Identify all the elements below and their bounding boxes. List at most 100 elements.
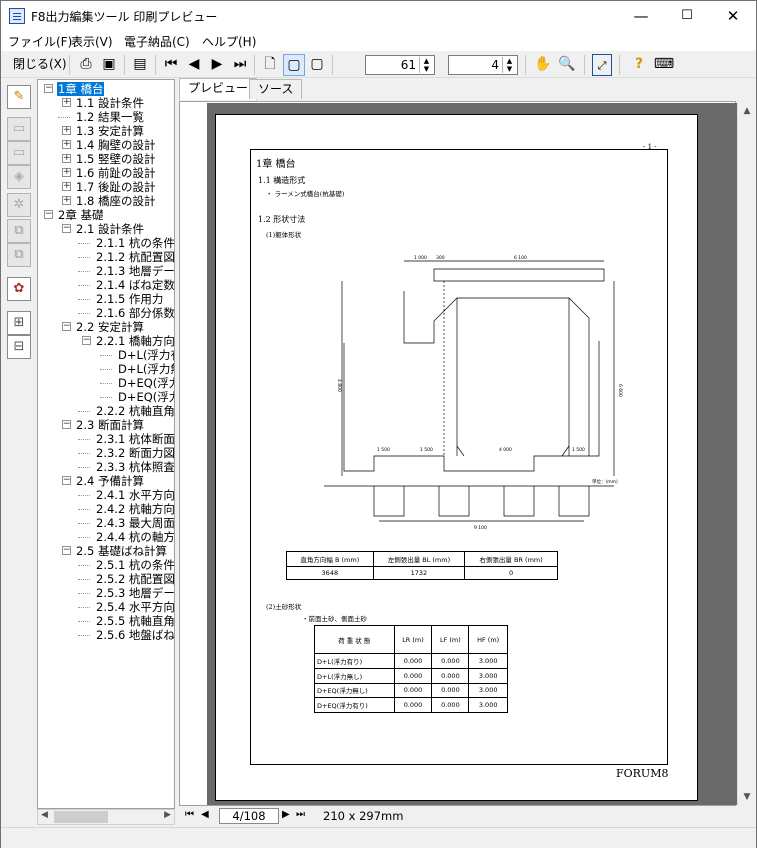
zoom-tool-icon[interactable]: 🔍: [556, 54, 578, 76]
tree-item[interactable]: 2.1.2 杭配置図: [38, 250, 174, 264]
tree-expand-icon[interactable]: ⊞: [7, 311, 31, 335]
tree-item[interactable]: 2.3.2 断面力図: [38, 446, 174, 460]
tree-item[interactable]: 2.4.4 杭の軸方: [38, 530, 174, 544]
prev-page-icon[interactable]: ◀: [184, 54, 204, 76]
tree-item[interactable]: −2.2.1 橋軸方向: [38, 334, 174, 348]
close-preview-button[interactable]: 閉じる(X): [5, 54, 67, 76]
menu-view[interactable]: 表示(V): [71, 33, 113, 50]
spinner-arrows-icon[interactable]: ▲ ▼: [502, 57, 516, 73]
edit-pen-icon[interactable]: ✎: [7, 85, 31, 109]
tree-item[interactable]: 2.5.4 水平方向: [38, 600, 174, 614]
expand-icon[interactable]: +: [62, 140, 71, 149]
collapse-icon[interactable]: −: [62, 420, 71, 429]
next-page-icon[interactable]: ▶: [207, 54, 227, 76]
preview-vertical-scrollbar[interactable]: ▲ ▼: [737, 101, 755, 806]
tree-collapse-icon[interactable]: ⊟: [7, 335, 31, 359]
tree-item[interactable]: D+L(浮力有り): [38, 348, 174, 362]
menu-e-delivery[interactable]: 電子納品(C): [124, 33, 190, 50]
table-edit-icon[interactable]: ✲: [7, 193, 31, 217]
tree-item[interactable]: 2.2.2 杭軸直角: [38, 404, 174, 418]
last-page-icon[interactable]: ⏭: [296, 809, 305, 820]
keyboard-icon[interactable]: ⌨: [653, 54, 675, 76]
tree-item[interactable]: +1.3 安定計算: [38, 124, 174, 138]
tree-item[interactable]: +1.6 前趾の設計: [38, 166, 174, 180]
expand-icon[interactable]: +: [62, 154, 71, 163]
outline-tree[interactable]: −1章 橋台 +1.1 設計条件 1.2 結果一覧 +1.3 安定計算 +1.4 胸壁の…: [37, 79, 175, 809]
tree-item[interactable]: 2.3.1 杭体断面: [38, 432, 174, 446]
paragraph-edit-icon[interactable]: ▭: [7, 141, 31, 165]
spinner-arrows-icon[interactable]: ▲ ▼: [419, 57, 433, 73]
scroll-down-icon[interactable]: ▼: [738, 789, 756, 805]
scrollbar-thumb[interactable]: [54, 811, 108, 823]
multi-page-icon[interactable]: ▢: [307, 54, 327, 76]
paste-section-icon[interactable]: ⧉: [7, 243, 31, 267]
page-number-field[interactable]: 4/108: [219, 808, 279, 824]
tree-item[interactable]: 2.1.6 部分係数: [38, 306, 174, 320]
fit-page-icon[interactable]: ⤢: [592, 54, 612, 76]
tree-item[interactable]: 2.5.1 杭の条件: [38, 558, 174, 572]
tree-item[interactable]: 2.4.2 杭軸方向: [38, 502, 174, 516]
menu-file[interactable]: ファイル(F): [8, 33, 72, 50]
collapse-icon[interactable]: −: [44, 210, 53, 219]
prev-page-icon[interactable]: ◀: [201, 809, 209, 820]
tree-item[interactable]: −2.3 断面計算: [38, 418, 174, 432]
tree-item[interactable]: 2.1.3 地層データ: [38, 264, 174, 278]
tree-item[interactable]: 2.5.2 杭配置図: [38, 572, 174, 586]
print-icon[interactable]: ⎙: [75, 54, 97, 76]
tree-item[interactable]: +1.7 後趾の設計: [38, 180, 174, 194]
tree-item[interactable]: +1.8 橋座の設計: [38, 194, 174, 208]
tree-item[interactable]: 2.4.1 水平方向: [38, 488, 174, 502]
tree-item[interactable]: D+EQ(浮力無し): [38, 376, 174, 390]
first-page-icon[interactable]: ⏮: [185, 809, 194, 820]
tree-item[interactable]: +1.5 竪壁の設計: [38, 152, 174, 166]
page-count-spinner[interactable]: 4 ▲ ▼: [448, 55, 518, 75]
tree-item[interactable]: 2.3.3 杭体照査: [38, 460, 174, 474]
collapse-icon[interactable]: −: [44, 84, 53, 93]
menu-help[interactable]: ヘルプ(H): [202, 33, 256, 50]
tree-item[interactable]: −2章 基礎: [38, 208, 174, 222]
next-page-icon[interactable]: ▶: [282, 809, 290, 820]
text-edit-icon[interactable]: ▭: [7, 117, 31, 141]
collapse-icon[interactable]: −: [62, 322, 71, 331]
expand-icon[interactable]: +: [62, 196, 71, 205]
page-setup-icon[interactable]: ▤: [129, 54, 151, 76]
tree-item[interactable]: 2.1.5 作用力: [38, 292, 174, 306]
expand-icon[interactable]: +: [62, 168, 71, 177]
maximize-button[interactable]: ☐: [664, 1, 710, 31]
expand-icon[interactable]: +: [62, 182, 71, 191]
tab-preview[interactable]: プレビュー: [179, 78, 258, 100]
collapse-icon[interactable]: −: [62, 476, 71, 485]
tree-item[interactable]: 1.2 結果一覧: [38, 110, 174, 124]
scroll-right-icon[interactable]: ▶: [164, 810, 171, 820]
close-window-button[interactable]: ✕: [710, 1, 756, 31]
zoom-spinner[interactable]: 61 ▲ ▼: [365, 55, 435, 75]
tree-horizontal-scrollbar[interactable]: ◀ ▶: [37, 809, 175, 825]
collapse-icon[interactable]: −: [62, 224, 71, 233]
scroll-left-icon[interactable]: ◀: [41, 810, 48, 820]
last-page-icon[interactable]: ⏭: [230, 54, 250, 76]
scroll-up-icon[interactable]: ▲: [738, 103, 756, 119]
save-icon[interactable]: ▣: [98, 54, 120, 76]
two-page-icon[interactable]: ▢: [283, 54, 305, 76]
tree-item[interactable]: 2.5.6 地盤ばね: [38, 628, 174, 642]
single-page-icon[interactable]: 🗋: [260, 54, 280, 76]
tree-item[interactable]: 2.5.5 杭軸直角: [38, 614, 174, 628]
figure-edit-icon[interactable]: ◈: [7, 165, 31, 189]
expand-icon[interactable]: +: [62, 98, 71, 107]
copy-section-icon[interactable]: ⧉: [7, 219, 31, 243]
tree-item[interactable]: 2.5.3 地層データ: [38, 586, 174, 600]
hand-tool-icon[interactable]: ✋: [532, 54, 554, 76]
collapse-icon[interactable]: −: [62, 546, 71, 555]
tree-item[interactable]: −2.1 設計条件: [38, 222, 174, 236]
style-icon[interactable]: ✿: [7, 277, 31, 301]
tree-item[interactable]: −2.2 安定計算: [38, 320, 174, 334]
tree-item[interactable]: 2.4.3 最大周面: [38, 516, 174, 530]
minimize-button[interactable]: —: [618, 1, 664, 31]
tree-item[interactable]: −1章 橋台: [38, 82, 174, 96]
expand-icon[interactable]: +: [62, 126, 71, 135]
tab-source[interactable]: ソース: [249, 79, 303, 99]
tree-item[interactable]: +1.4 胸壁の設計: [38, 138, 174, 152]
collapse-icon[interactable]: −: [82, 336, 91, 345]
tree-item[interactable]: D+EQ(浮力有り): [38, 390, 174, 404]
tree-item[interactable]: −2.4 予備計算: [38, 474, 174, 488]
